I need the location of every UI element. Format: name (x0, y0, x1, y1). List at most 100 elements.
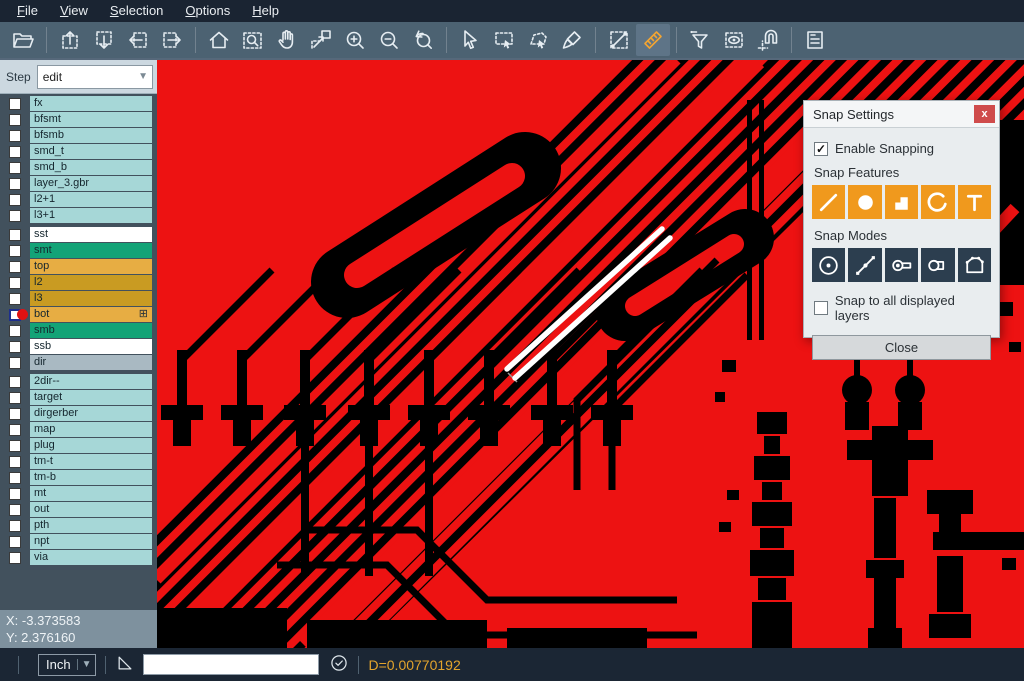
layer-row[interactable]: tm-b ⊞ (0, 470, 157, 485)
snap-feature-text-icon[interactable] (958, 185, 991, 219)
layer-row[interactable]: l2+1 ⊞ (0, 192, 157, 207)
export-right-icon[interactable] (155, 24, 189, 56)
snap-feature-pad-icon[interactable] (848, 185, 881, 219)
layer-name[interactable]: sst (30, 227, 152, 242)
layer-name[interactable]: smd_t (30, 144, 152, 159)
layer-visibility-checkbox[interactable] (0, 277, 30, 289)
zoom-area-icon[interactable] (236, 24, 270, 56)
layer-row[interactable]: fx ⊞ (0, 96, 157, 111)
layer-row[interactable]: dirgerber ⊞ (0, 406, 157, 421)
layer-row[interactable]: tm-t ⊞ (0, 454, 157, 469)
snap-mode-vertex-icon[interactable] (958, 248, 991, 282)
layer-visibility-checkbox[interactable] (0, 210, 30, 222)
all-layers-checkbox[interactable] (814, 301, 828, 315)
layer-name[interactable]: dir (30, 355, 152, 370)
layer-row[interactable]: bfsmb ⊞ (0, 128, 157, 143)
layer-visibility-checkbox[interactable] (0, 504, 30, 516)
layer-row[interactable]: smt ⊞ (0, 243, 157, 258)
layer-visibility-checkbox[interactable] (0, 261, 30, 273)
filter-icon[interactable] (683, 24, 717, 56)
layer-visibility-checkbox[interactable] (0, 162, 30, 174)
layer-name[interactable]: map (30, 422, 152, 437)
layer-name[interactable]: bfsmt (30, 112, 152, 127)
layer-name[interactable]: smt (30, 243, 152, 258)
menu-item[interactable]: Selection (99, 0, 174, 22)
layer-visibility-checkbox[interactable] (0, 245, 30, 257)
layer-name[interactable]: pth (30, 518, 152, 533)
enable-snapping-checkbox[interactable]: ✓ (814, 142, 828, 156)
layer-row[interactable]: pth ⊞ (0, 518, 157, 533)
zoom-out-icon[interactable] (372, 24, 406, 56)
home-icon[interactable] (202, 24, 236, 56)
layer-name[interactable]: layer_3.gbr (30, 176, 152, 191)
select-rectangle-icon[interactable] (487, 24, 521, 56)
zoom-window-icon[interactable] (304, 24, 338, 56)
select-polygon-icon[interactable] (521, 24, 555, 56)
layer-visibility-checkbox[interactable] (0, 424, 30, 436)
command-input[interactable] (143, 654, 319, 675)
layer-name[interactable]: dirgerber (30, 406, 152, 421)
dialog-titlebar[interactable]: Snap Settings x (804, 101, 999, 128)
layer-row[interactable]: l3+1 ⊞ (0, 208, 157, 223)
layer-row[interactable]: l3 ⊞ (0, 291, 157, 306)
zoom-previous-icon[interactable] (406, 24, 440, 56)
layer-visibility-checkbox[interactable] (0, 376, 30, 388)
layer-row[interactable]: sst ⊞ (0, 227, 157, 242)
export-up-icon[interactable] (53, 24, 87, 56)
layer-row[interactable]: map ⊞ (0, 422, 157, 437)
layer-visibility-checkbox[interactable] (0, 456, 30, 468)
apply-sync-icon[interactable] (329, 653, 349, 676)
layer-row[interactable]: bfsmt ⊞ (0, 112, 157, 127)
layer-name[interactable]: bfsmb (30, 128, 152, 143)
layer-row[interactable]: smd_t ⊞ (0, 144, 157, 159)
angle-mode-icon[interactable] (115, 653, 135, 676)
layer-row[interactable]: dir ⊞ (0, 355, 157, 370)
layer-row[interactable]: 2dir-- ⊞ (0, 374, 157, 389)
layer-name[interactable]: tm-b (30, 470, 152, 485)
layer-visibility-checkbox[interactable] (0, 520, 30, 532)
layer-row[interactable]: l2 ⊞ (0, 275, 157, 290)
layer-name[interactable]: l3+1 (30, 208, 152, 223)
layer-visibility-checkbox[interactable] (0, 194, 30, 206)
layer-visibility-checkbox[interactable] (0, 130, 30, 142)
layer-visibility-checkbox[interactable] (0, 488, 30, 500)
layer-visibility-checkbox[interactable] (0, 536, 30, 548)
layer-visibility-checkbox[interactable] (0, 357, 30, 369)
layer-row[interactable]: smb ⊞ (0, 323, 157, 338)
snap-magnet-icon[interactable] (751, 24, 785, 56)
brush-icon[interactable] (555, 24, 589, 56)
select-pointer-icon[interactable] (453, 24, 487, 56)
layer-name[interactable]: l2 (30, 275, 152, 290)
layer-row[interactable]: target ⊞ (0, 390, 157, 405)
layer-name[interactable]: 2dir-- (30, 374, 152, 389)
layer-row[interactable]: npt ⊞ (0, 534, 157, 549)
layer-name[interactable]: plug (30, 438, 152, 453)
layer-name[interactable]: out (30, 502, 152, 517)
snap-feature-line-icon[interactable] (812, 185, 845, 219)
layer-name[interactable]: l3 (30, 291, 152, 306)
layer-name[interactable]: bot (30, 307, 152, 322)
close-icon[interactable]: x (974, 105, 995, 123)
layer-visibility-checkbox[interactable] (0, 392, 30, 404)
layer-visibility-checkbox[interactable] (0, 408, 30, 420)
layer-row[interactable]: top ⊞ (0, 259, 157, 274)
layer-visibility-checkbox[interactable] (0, 229, 30, 241)
snap-feature-arc-icon[interactable] (921, 185, 954, 219)
layer-name[interactable]: via (30, 550, 152, 565)
layer-visibility-checkbox[interactable] (0, 440, 30, 452)
layer-visibility-checkbox[interactable] (0, 114, 30, 126)
layer-name[interactable]: tm-t (30, 454, 152, 469)
layer-visibility-checkbox[interactable] (0, 552, 30, 564)
export-down-icon[interactable] (87, 24, 121, 56)
units-select[interactable]: Inch ▼ (38, 654, 96, 676)
layer-visibility-checkbox[interactable] (0, 146, 30, 158)
menu-item[interactable]: Options (174, 0, 241, 22)
step-select[interactable]: edit ▼ (37, 65, 153, 89)
layer-visibility-checkbox[interactable] (0, 178, 30, 190)
view-region-icon[interactable] (717, 24, 751, 56)
layer-name[interactable]: fx (30, 96, 152, 111)
zoom-in-icon[interactable] (338, 24, 372, 56)
layer-row[interactable]: out ⊞ (0, 502, 157, 517)
pan-hand-icon[interactable] (270, 24, 304, 56)
menu-item[interactable]: File (6, 0, 49, 22)
